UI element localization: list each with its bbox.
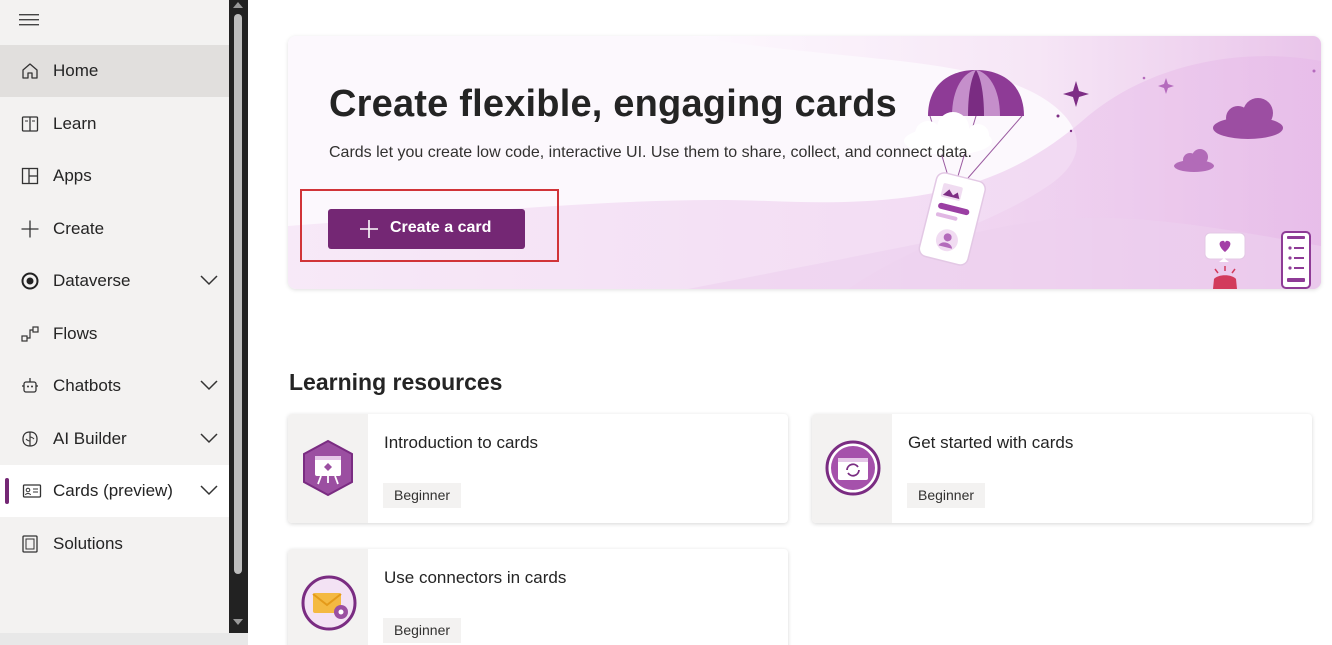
nav-label-home: Home [53,61,99,80]
plus-icon [360,220,378,238]
level-badge: Beginner [383,618,462,643]
selected-indicator [5,478,9,504]
nav-item-create[interactable]: Create [0,203,229,255]
hamburger-menu-icon[interactable] [18,10,40,28]
create-a-card-button[interactable]: Create a card [328,209,525,249]
learning-card-thumbnail [812,414,892,523]
hero-banner: Create flexible, engaging cards Cards le… [288,36,1321,289]
chevron-down-icon[interactable] [199,273,219,287]
flow-icon [21,326,39,342]
nav-item-ai-builder[interactable]: AI Builder [0,413,229,465]
scroll-up-arrow-icon[interactable] [233,2,243,8]
book-icon [21,116,39,132]
hero-illustration [288,36,1321,289]
hero-subtitle: Cards let you create low code, interacti… [329,144,972,161]
learning-card-get-started[interactable]: Get started with cards Beginner [812,414,1312,523]
nav-item-apps[interactable]: Apps [0,150,229,202]
chevron-down-icon[interactable] [199,378,219,392]
learning-card-introduction[interactable]: Introduction to cards Beginner [288,414,788,523]
nav-label-solutions: Solutions [53,534,123,553]
learning-card-thumbnail [288,549,368,645]
nav-item-flows[interactable]: Flows [0,308,229,360]
nav-label-ai-builder: AI Builder [53,429,127,448]
learning-resources-title: Learning resources [289,369,503,395]
learning-card-title: Get started with cards [908,433,1074,452]
create-a-card-label: Create a card [390,219,492,236]
presentation-icon [303,439,353,497]
solutions-icon [22,535,38,553]
nav-label-apps: Apps [53,166,92,185]
scroll-thumb[interactable] [234,14,242,574]
chevron-down-icon[interactable] [199,431,219,445]
nav-item-chatbots[interactable]: Chatbots [0,360,229,412]
apps-icon [21,167,39,185]
sidebar-scrollbar[interactable] [229,0,248,633]
level-badge: Beginner [907,483,986,508]
card-sync-icon [825,440,881,496]
hero-title: Create flexible, engaging cards [329,83,897,125]
nav-label-chatbots: Chatbots [53,376,122,395]
app-root: Home Learn Apps Create Dataverse Flows C… [0,0,1332,645]
nav-label-flows: Flows [53,324,98,343]
scroll-down-arrow-icon[interactable] [233,619,243,625]
learning-card-title: Use connectors in cards [384,568,567,587]
nav-item-learn[interactable]: Learn [0,98,229,150]
learning-card-title: Introduction to cards [384,433,539,452]
nav-label-learn: Learn [53,114,97,133]
nav-item-dataverse[interactable]: Dataverse [0,255,229,307]
level-badge: Beginner [383,483,462,508]
nav-label-cards: Cards (preview) [53,481,173,500]
nav-item-home[interactable]: Home [0,45,229,97]
chevron-down-icon[interactable] [199,483,219,497]
learning-card-connectors[interactable]: Use connectors in cards Beginner [288,549,788,645]
nav-label-dataverse: Dataverse [53,271,131,290]
nav-label-create: Create [53,219,105,238]
plus-icon [21,220,39,238]
nav-item-cards[interactable]: Cards (preview) [0,465,229,517]
learning-card-thumbnail [288,414,368,523]
home-icon [22,63,38,79]
dataverse-icon [21,272,39,290]
bot-icon [22,378,38,393]
mail-gear-icon [301,575,357,631]
left-navigation: Home Learn Apps Create Dataverse Flows C… [0,0,229,645]
nav-item-solutions[interactable]: Solutions [0,518,229,570]
sidebar-bottom-edge [0,633,248,645]
cards-icon [22,484,42,498]
brain-icon [22,431,38,447]
